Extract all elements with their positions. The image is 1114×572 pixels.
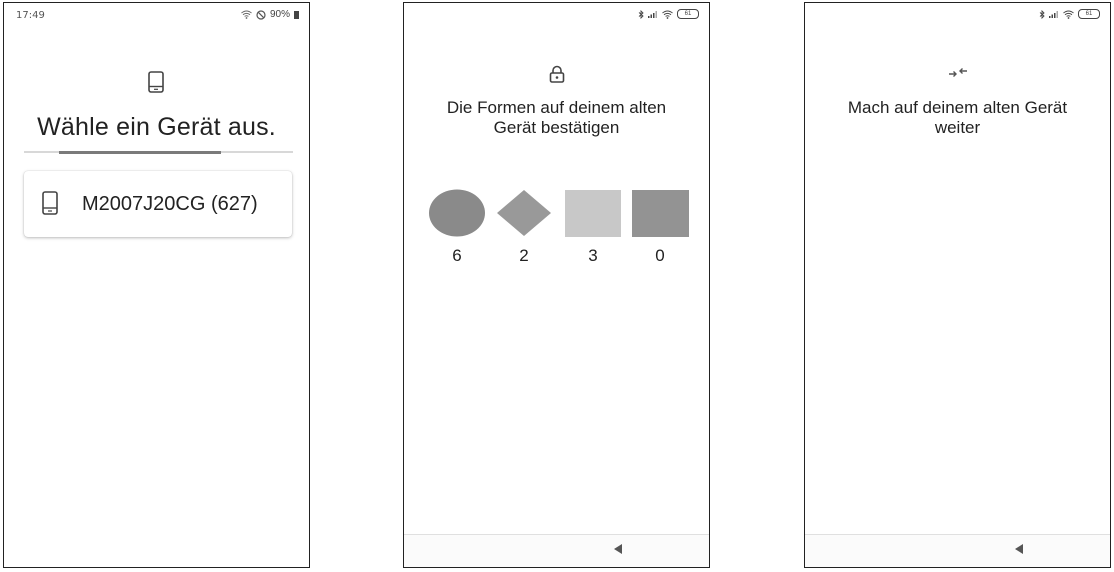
page-title: Mach auf deinem alten Gerät weiter — [815, 98, 1100, 138]
transfer-arrows-icon — [949, 68, 967, 77]
battery-icon: 61 — [1078, 9, 1100, 19]
bluetooth-icon — [638, 9, 644, 19]
page-title-line2: Gerät bestätigen — [493, 118, 620, 137]
back-icon[interactable] — [614, 544, 622, 554]
status-time: 17:49 — [16, 10, 45, 21]
battery-icon — [294, 10, 299, 19]
phone-icon — [148, 71, 164, 93]
wifi-icon — [1063, 10, 1074, 19]
status-bar: 61 — [404, 3, 709, 25]
battery-percent: 90% — [269, 9, 290, 20]
navigation-bar — [805, 534, 1110, 567]
shape-diamond — [497, 190, 551, 236]
page-title: Die Formen auf deinem alten Gerät bestät… — [414, 98, 699, 138]
shape-number: 6 — [452, 246, 462, 265]
phone-icon — [42, 191, 58, 215]
shape-number: 3 — [588, 246, 598, 265]
screen-continue-old-device: 61 Mach auf deinem alten Gerät weiter — [804, 2, 1111, 568]
wifi-icon — [241, 10, 252, 19]
back-icon[interactable] — [1015, 544, 1023, 554]
screen-select-device: 17:49 90% Wähle ein Gerät aus. M2007J20C… — [3, 2, 310, 568]
page-title-line1: Mach auf deinem alten Gerät — [847, 98, 1068, 117]
bluetooth-icon — [1039, 9, 1045, 19]
navigation-bar — [404, 534, 709, 567]
signal-icon — [1049, 11, 1058, 18]
wifi-icon — [662, 10, 673, 19]
battery-icon: 61 — [677, 9, 699, 19]
signal-icon — [648, 11, 657, 18]
do-not-disturb-icon — [256, 9, 266, 20]
screen-confirm-shapes: 61 Die Formen auf deinem alten Gerät bes… — [403, 2, 710, 568]
shape-circle — [429, 189, 485, 237]
status-bar: 61 — [805, 3, 1110, 25]
shape-square-dark — [632, 190, 689, 237]
device-name: M2007J20CG (627) — [82, 193, 258, 215]
shape-number: 2 — [519, 246, 529, 265]
page-title: Wähle ein Gerät aus. — [37, 113, 276, 141]
status-icons: 61 — [1039, 9, 1100, 19]
status-bar: 17:49 90% — [4, 3, 309, 25]
device-list-item[interactable]: M2007J20CG (627) — [24, 171, 292, 237]
shape-square-light — [565, 190, 621, 237]
page-title-line1: Die Formen auf deinem alten — [446, 98, 667, 117]
shape-number: 0 — [655, 246, 665, 265]
status-icons: 90% — [241, 9, 299, 20]
status-icons: 61 — [638, 9, 699, 19]
progress-indicator — [59, 151, 221, 154]
page-title-line2: weiter — [934, 118, 981, 137]
lock-icon — [549, 65, 565, 83]
